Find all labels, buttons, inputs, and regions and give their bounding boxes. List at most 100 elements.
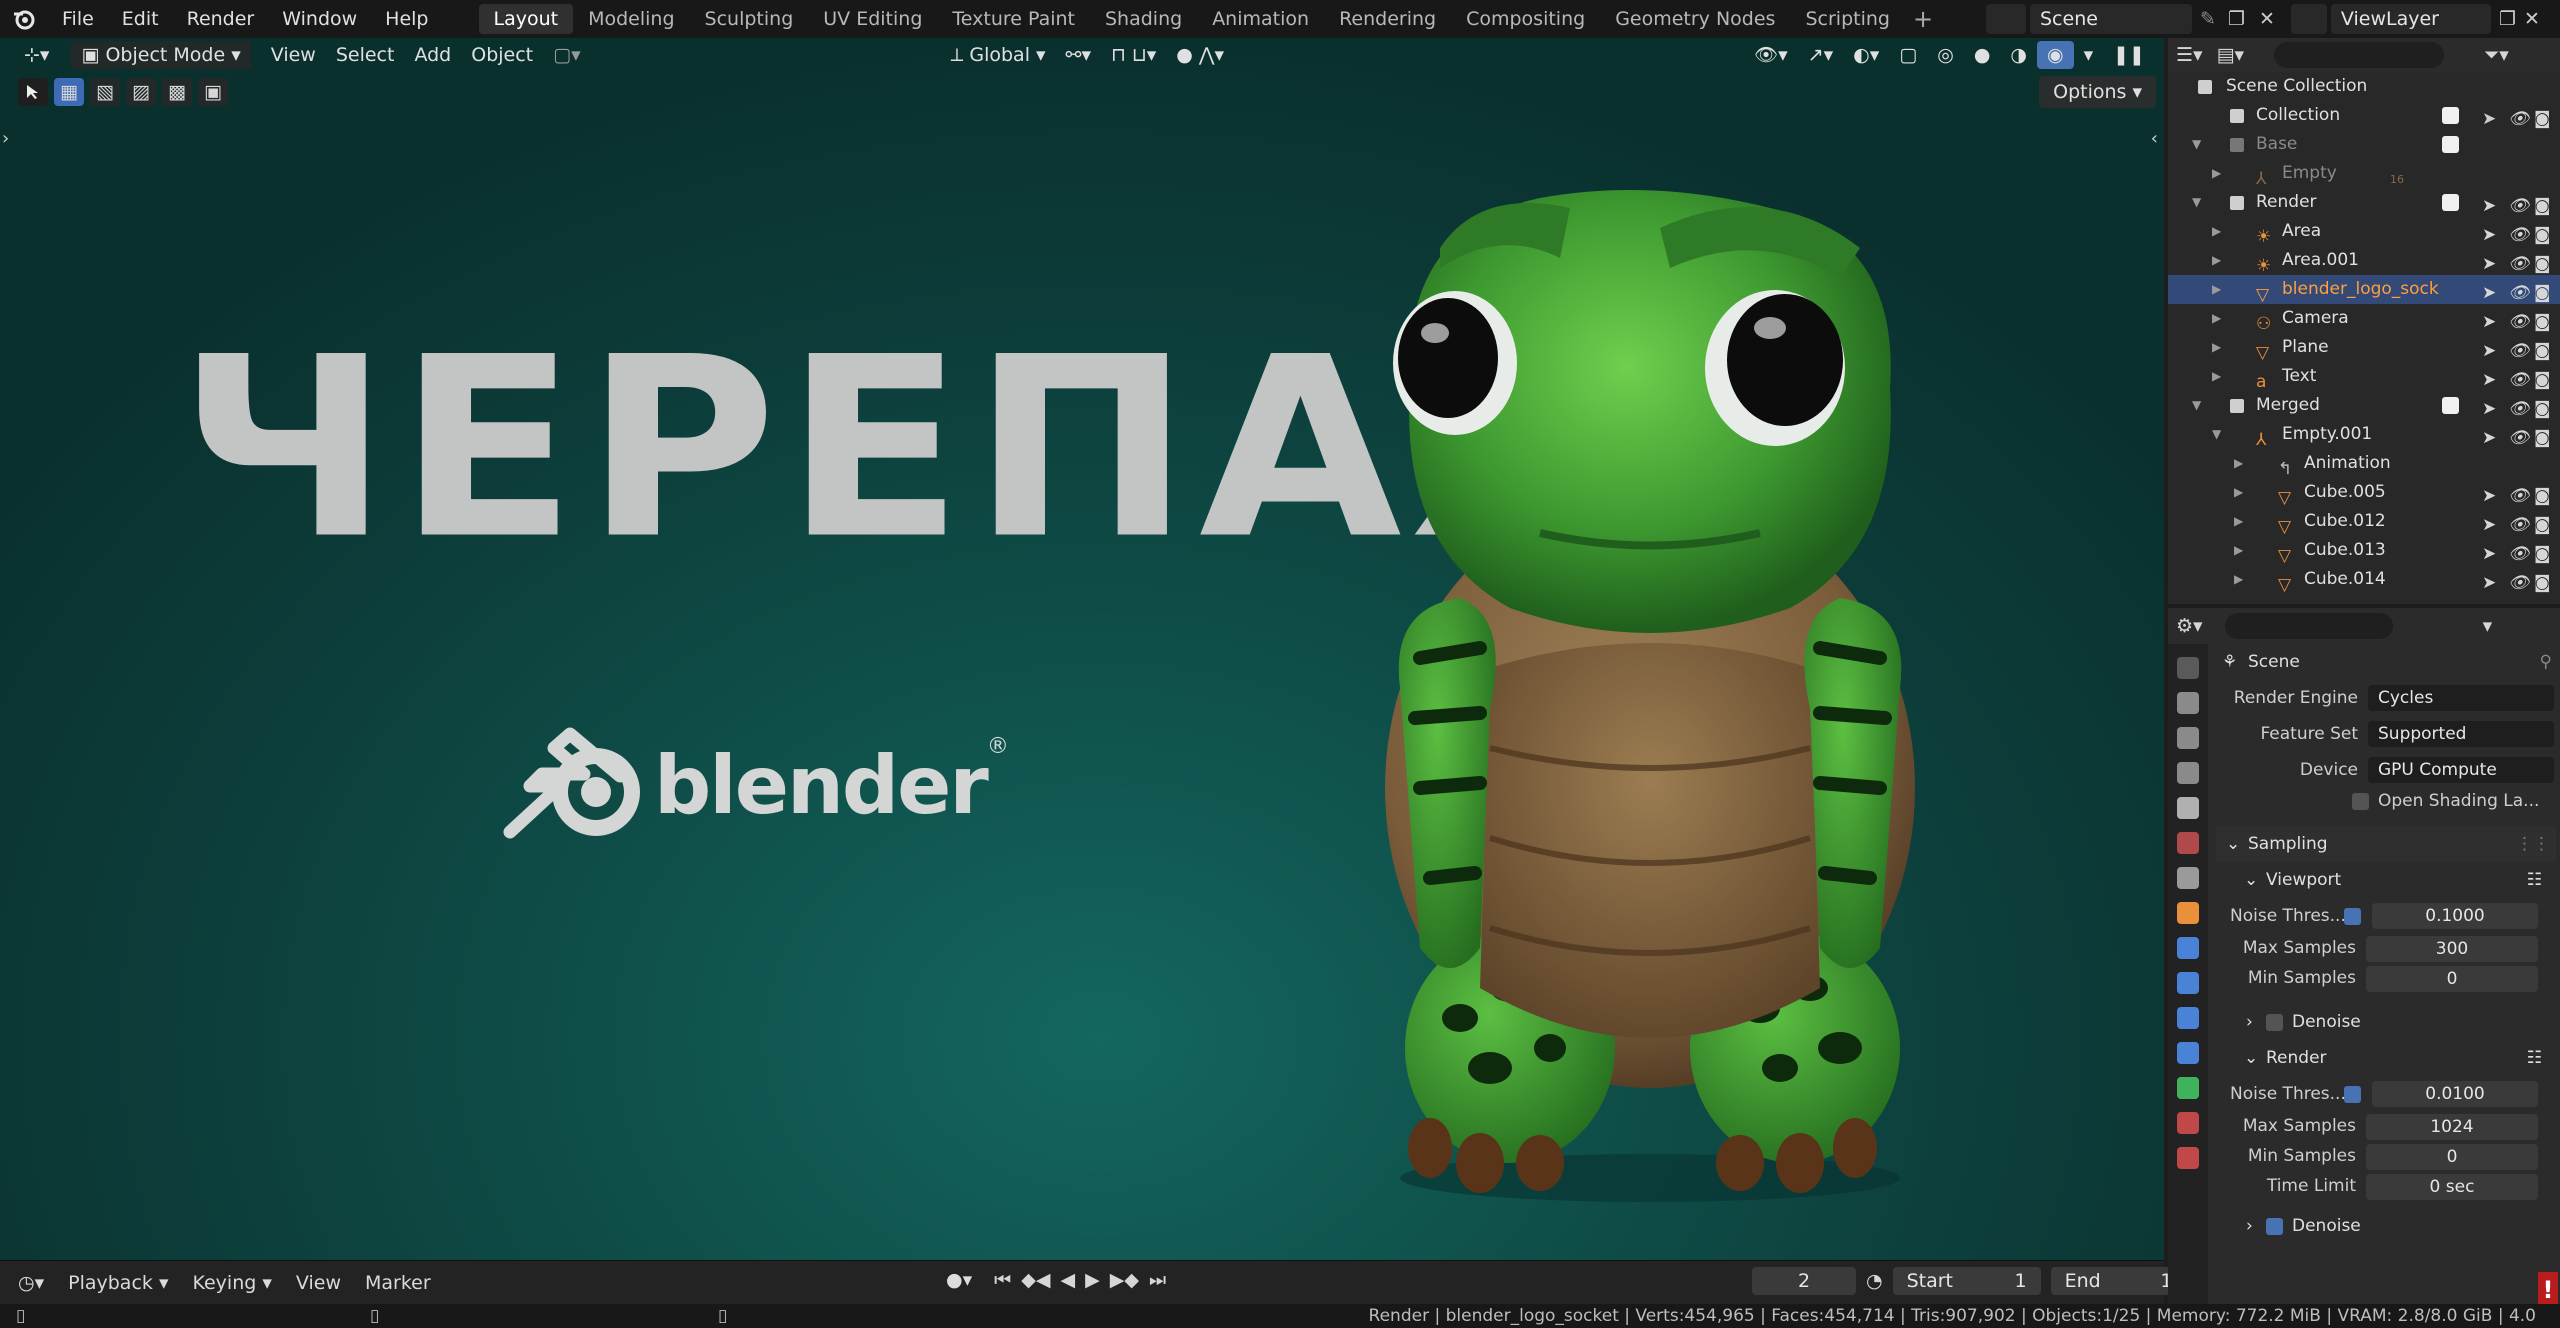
pause-render-icon[interactable]: ❚❚ (2103, 41, 2155, 69)
tab-modeling[interactable]: Modeling (573, 4, 689, 34)
rendered-shading-icon[interactable]: ◉ (2037, 41, 2074, 69)
physics-tab-icon[interactable] (2177, 1007, 2199, 1029)
eye-icon[interactable]: 👁 (2508, 337, 2530, 361)
play-reverse-icon[interactable]: ◀ (1060, 1269, 1075, 1291)
tree-row-plane[interactable]: ▶ ▽ Plane ➤ 👁 ◙ (2168, 333, 2560, 363)
r-denoise-subpanel[interactable]: › Denoise (2216, 1208, 2556, 1244)
camera-icon[interactable]: ◙ (2534, 308, 2552, 332)
camera-icon[interactable]: ◙ (2534, 511, 2552, 535)
jump-start-icon[interactable]: ⏮ (994, 1269, 1011, 1291)
3d-viewport[interactable]: ⊹▾ ▣ Object Mode ▾ View Select Add Objec… (0, 38, 2164, 1260)
select-box-new-icon[interactable]: ▦ (54, 78, 84, 106)
eye-icon[interactable]: 👁 (2508, 424, 2530, 448)
expand-arrow-icon[interactable]: ▶ (2212, 217, 2221, 246)
scene-icon[interactable] (1986, 4, 2026, 34)
expand-arrow-icon[interactable]: ▶ (2234, 536, 2243, 565)
remove-scene-icon[interactable]: ✕ (2259, 8, 2275, 30)
menu-file[interactable]: File (48, 0, 108, 38)
r-denoise-checkbox[interactable] (2266, 1218, 2283, 1235)
collapse-arrow-icon[interactable]: ▼ (2192, 130, 2201, 159)
select-arrow-icon[interactable]: ➤ (2482, 279, 2500, 303)
tab-geometry-nodes[interactable]: Geometry Nodes (1600, 4, 1790, 34)
expand-arrow-icon[interactable]: ▶ (2212, 304, 2221, 333)
r-noise-field[interactable]: 0.0100 (2372, 1081, 2538, 1107)
vp-noise-field[interactable]: 0.1000 (2372, 903, 2538, 929)
camera-icon[interactable]: ◙ (2534, 424, 2552, 448)
tree-row-cube-014[interactable]: ▶ ▽ Cube.014 ➤ 👁 ◙ (2168, 565, 2560, 595)
expand-arrow-icon[interactable]: ▶ (2212, 362, 2221, 391)
eye-icon[interactable]: 👁 (2508, 192, 2530, 216)
toolbar-expand-icon[interactable]: › (2, 128, 9, 149)
eye-icon[interactable]: 👁 (2508, 279, 2530, 303)
tree-row-area-001[interactable]: ▶ ☀ Area.001 ➤ 👁 ◙ (2168, 246, 2560, 276)
tab-texture-paint[interactable]: Texture Paint (937, 4, 1090, 34)
output-tab-icon[interactable] (2177, 727, 2199, 749)
tab-rendering[interactable]: Rendering (1324, 4, 1451, 34)
object-mode-dropdown[interactable]: ▣ Object Mode ▾ (71, 41, 251, 69)
select-box-invert-icon[interactable]: ▩ (162, 78, 192, 106)
vp-min-samples-field[interactable]: 0 (2366, 966, 2538, 992)
drag-handle-icon[interactable]: ⋮⋮ (2516, 826, 2550, 862)
menu-keying[interactable]: Keying ▾ (180, 1272, 283, 1294)
select-tool-icon[interactable] (18, 78, 48, 106)
expand-arrow-icon[interactable]: ▶ (2212, 159, 2221, 188)
view-layer-icon[interactable] (2290, 4, 2327, 34)
osl-checkbox[interactable] (2352, 793, 2369, 810)
menu-marker[interactable]: Marker (353, 1272, 443, 1294)
expand-arrow-icon[interactable]: ▶ (2212, 246, 2221, 275)
select-arrow-icon[interactable]: ➤ (2482, 337, 2500, 361)
texture-tab-icon[interactable] (2177, 1147, 2199, 1169)
collapse-arrow-icon[interactable]: ▼ (2212, 420, 2221, 449)
menu-edit[interactable]: Edit (108, 0, 173, 38)
render-presets-list-icon[interactable]: ☷ (2527, 1040, 2542, 1076)
particles-tab-icon[interactable] (2177, 972, 2199, 994)
snap-icon[interactable]: ⊓ ⊔▾ (1101, 41, 1166, 69)
camera-icon[interactable]: ◙ (2534, 221, 2552, 245)
new-view-layer-icon[interactable]: ❐ (2499, 8, 2516, 30)
blender-logo-icon[interactable] (0, 0, 48, 38)
menu-object[interactable]: Object (461, 41, 543, 69)
menu-playback[interactable]: Playback ▾ (56, 1272, 180, 1294)
tool-tab-icon[interactable] (2177, 657, 2199, 679)
pin-scene-icon[interactable]: ✎ (2200, 8, 2216, 30)
select-arrow-icon[interactable]: ➤ (2482, 511, 2500, 535)
solid-shading-icon[interactable]: ● (1964, 41, 2001, 69)
camera-icon[interactable]: ◙ (2534, 192, 2552, 216)
tree-row-cube-013[interactable]: ▶ ▽ Cube.013 ➤ 👁 ◙ (2168, 536, 2560, 566)
presets-list-icon[interactable]: ☷ (2527, 862, 2542, 898)
camera-icon[interactable]: ◙ (2534, 395, 2552, 419)
select-arrow-icon[interactable]: ➤ (2482, 250, 2500, 274)
exclude-checkbox[interactable] (2442, 397, 2459, 414)
tree-row-camera[interactable]: ▶ ⚇ Camera ➤ 👁 ◙ (2168, 304, 2560, 334)
exclude-checkbox[interactable] (2442, 107, 2459, 124)
shading-options-icon[interactable]: ▾ (2074, 41, 2104, 69)
r-min-samples-field[interactable]: 0 (2366, 1144, 2538, 1170)
new-scene-icon[interactable]: ❐ (2228, 8, 2245, 30)
select-arrow-icon[interactable]: ➤ (2482, 395, 2500, 419)
editor-type-icon[interactable]: ⊹▾ (14, 41, 59, 69)
viewport-options-button[interactable]: Options ▾ (2039, 76, 2156, 108)
select-arrow-icon[interactable]: ➤ (2482, 308, 2500, 332)
constraints-tab-icon[interactable] (2177, 1042, 2199, 1064)
camera-icon[interactable]: ◙ (2534, 482, 2552, 506)
jump-end-icon[interactable]: ⏭ (1149, 1269, 1166, 1291)
scene-name-field[interactable]: Scene (2030, 4, 2192, 34)
view-layer-tab-icon[interactable] (2177, 762, 2199, 784)
jump-keyframe-back-icon[interactable]: ◆◀ (1021, 1269, 1050, 1291)
menu-select[interactable]: Select (326, 41, 405, 69)
tree-row-merged[interactable]: ▼ Merged ➤ 👁 ◙ (2168, 391, 2560, 420)
preview-range-icon[interactable]: ◔ (1866, 1270, 1883, 1292)
tree-row-text[interactable]: ▶ a Text ➤ 👁 ◙ (2168, 362, 2560, 392)
xray-icon[interactable]: ▢ (1889, 41, 1927, 69)
collection-tab-icon[interactable] (2177, 867, 2199, 889)
data-tab-icon[interactable] (2177, 1077, 2199, 1099)
camera-icon[interactable]: ◙ (2534, 366, 2552, 390)
select-arrow-icon[interactable]: ➤ (2482, 482, 2500, 506)
tree-row-empty[interactable]: ▶ ⅄ Empty 16 (2168, 159, 2560, 189)
exclude-checkbox[interactable] (2442, 136, 2459, 153)
select-arrow-icon[interactable]: ➤ (2482, 540, 2500, 564)
camera-icon[interactable]: ◙ (2534, 279, 2552, 303)
camera-icon[interactable]: ◙ (2534, 569, 2552, 593)
properties-options-icon[interactable]: ▾ (2483, 615, 2493, 637)
timeline-editor-icon[interactable]: ◷▾ (6, 1272, 56, 1294)
